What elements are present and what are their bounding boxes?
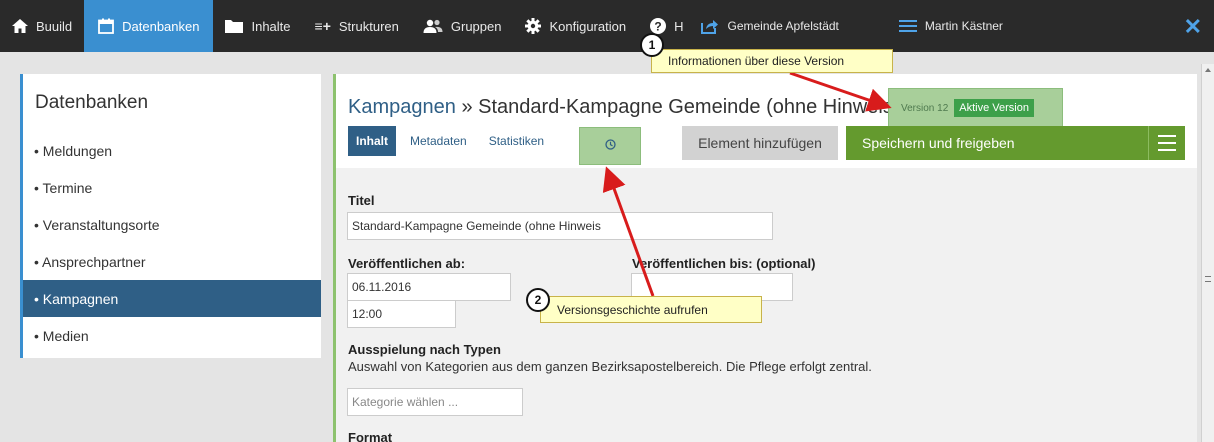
active-version-badge: Aktive Version [954,99,1034,117]
callout-version-history: Versionsgeschichte aufrufen [540,296,762,323]
category-select-input[interactable] [347,388,523,416]
sidebar: Datenbanken • Meldungen • Termine • Vera… [20,74,321,358]
gear-icon [525,18,542,34]
nav-item-structures[interactable]: ≡+ Strukturen [303,0,411,52]
sidebar-title: Datenbanken [35,92,149,113]
sidebar-item-termine[interactable]: • Termine [23,169,321,206]
nav-item-community[interactable]: Gemeinde Apfelstädt [689,0,850,52]
page-title: Kampagnen » Standard-Kampagne Gemeinde (… [348,96,899,119]
nav-item-user-menu[interactable]: Martin Kästner [851,0,1015,52]
version-info[interactable]: Version 12 Aktive Version [888,88,1063,128]
publish-from-date-input[interactable]: 06.11.2016 [347,273,511,301]
nav-item-configuration[interactable]: Konfiguration [513,0,638,52]
tab-statistics[interactable]: Statistiken [481,126,552,156]
nav-item-home[interactable]: Buuild [0,0,84,52]
structure-icon: ≡+ [314,18,331,34]
home-icon [12,19,28,33]
callout-number-1: 1 [640,33,664,57]
nav-item-label: Strukturen [338,18,399,34]
version-history-button[interactable] [579,127,641,165]
menu-icon [898,20,917,32]
types-label: Ausspielung nach Typen [348,342,501,357]
nav-item-content[interactable]: Inhalte [213,0,302,52]
callout-version-info: Informationen über diese Version [651,49,893,73]
breadcrumb[interactable]: Kampagnen [348,96,456,118]
add-element-button[interactable]: Element hinzufügen [682,126,838,160]
main-panel: Kampagnen » Standard-Kampagne Gemeinde (… [333,74,1197,442]
hamburger-icon [1158,135,1176,151]
document-title: Standard-Kampagne Gemeinde (ohne Hinweis… [478,96,900,118]
publish-from-time-input[interactable]: 12:00 [347,300,456,328]
nav-item-label: Martin Kästner [924,19,1003,33]
callout-number-2: 2 [526,288,550,312]
nav-item-label: Gruppen [450,18,502,34]
editor-tabs: Inhalt Metadaten Statistiken [348,126,552,156]
top-navigation: Buuild Datenbanken Inhalte ≡+ Strukturen… [0,0,1214,52]
title-input[interactable]: Standard-Kampagne Gemeinde (ohne Hinweis [347,212,773,240]
sidebar-item-ansprechpartner[interactable]: • Ansprechpartner [23,243,321,280]
version-label: Version 12 [901,102,949,114]
scroll-grip-icon [1205,276,1211,282]
nav-item-label: Inhalte [251,18,291,34]
nav-item-label: Konfiguration [549,18,627,34]
nav-item-databases[interactable]: Datenbanken [84,0,214,52]
save-publish-button[interactable]: Speichern und freigeben [846,126,1152,160]
sidebar-item-veranstaltungsorte[interactable]: • Veranstaltungsorte [23,206,321,243]
editor-header: Kampagnen » Standard-Kampagne Gemeinde (… [336,74,1197,168]
sidebar-item-kampagnen[interactable]: • Kampagnen [23,280,321,317]
close-icon[interactable]: ✕ [1184,14,1202,40]
nav-item-groups[interactable]: Gruppen [411,0,514,52]
help-icon: ? [650,18,667,34]
users-icon [423,19,443,33]
publish-until-label: Veröffentlichen bis: (optional) [632,256,816,271]
sidebar-item-medien[interactable]: • Medien [23,317,321,354]
format-label: Format [348,430,393,442]
nav-item-label: Datenbanken [122,18,200,34]
callout-text: Versionsgeschichte aufrufen [557,302,708,317]
sidebar-item-meldungen[interactable]: • Meldungen [23,132,321,169]
scroll-up-arrow-icon[interactable] [1205,68,1211,72]
share-icon [701,18,719,34]
types-help-text: Auswahl von Kategorien aus dem ganzen Be… [348,359,872,374]
nav-item-label: Buuild [36,18,73,34]
clock-icon [604,139,616,153]
tab-content[interactable]: Inhalt [348,126,396,156]
nav-item-label: H [674,18,684,34]
callout-text: Informationen über diese Version [668,54,845,68]
calendar-icon [98,18,115,34]
more-menu-button[interactable] [1148,126,1185,160]
scrollbar[interactable] [1201,64,1214,442]
folder-icon [225,19,244,33]
svg-text:?: ? [654,20,661,34]
breadcrumb-separator: » [461,96,473,118]
tab-metadata[interactable]: Metadaten [402,126,475,156]
nav-item-label: Gemeinde Apfelstädt [727,19,839,33]
title-label: Titel [348,193,375,208]
publish-from-label: Veröffentlichen ab: [348,256,466,271]
